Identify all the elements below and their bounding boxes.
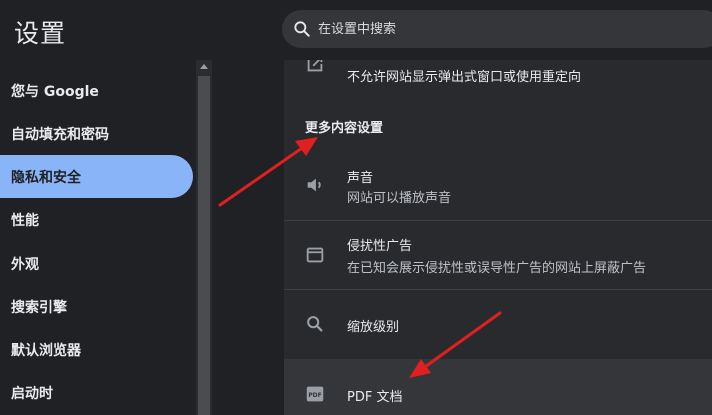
search-icon: [294, 21, 310, 37]
pdf-icon: PDF: [306, 386, 324, 402]
sidebar-item-autofill[interactable]: 自动填充和密码: [0, 112, 193, 155]
sidebar-item-performance[interactable]: 性能: [0, 198, 193, 241]
window-icon: [306, 247, 324, 263]
sidebar-item-search-engine[interactable]: 搜索引擎: [0, 285, 193, 328]
zoom-icon: [307, 316, 323, 332]
intrusive-ads-title: 侵扰性广告: [347, 239, 413, 254]
sidebar-item-label: 您与 Google: [11, 83, 99, 100]
setting-row-pdf[interactable]: PDF PDF 文档: [284, 359, 712, 415]
header: 设置: [0, 0, 712, 60]
sidebar-item-label: 启动时: [11, 385, 53, 402]
sidebar-scrollbar[interactable]: [196, 60, 212, 415]
sidebar-item-appearance[interactable]: 外观: [0, 242, 193, 285]
pdf-icon-text: PDF: [308, 392, 321, 399]
sidebar: 您与 Google 自动填充和密码 隐私和安全 性能 外观 搜索引擎 默认浏览器…: [0, 60, 196, 415]
scroll-up-arrow-icon[interactable]: [200, 64, 208, 69]
search-input[interactable]: [318, 10, 698, 48]
sidebar-item-label: 外观: [11, 256, 39, 273]
sidebar-item-label: 性能: [11, 212, 39, 229]
zoom-title: 缩放级别: [347, 320, 400, 335]
sidebar-item-on-startup[interactable]: 启动时: [0, 371, 193, 414]
search-bar[interactable]: [282, 10, 712, 48]
settings-content: 不允许网站显示弹出式窗口或使用重定向 更多内容设置 声音 网站可以播放声音 侵扰…: [284, 60, 712, 415]
page-title: 设置: [14, 19, 67, 48]
section-heading-more-content-settings: 更多内容设置: [305, 121, 384, 136]
popup-redirect-icon: [307, 60, 323, 72]
sidebar-item-label: 隐私和安全: [11, 169, 81, 186]
pdf-title: PDF 文档: [347, 390, 403, 405]
sidebar-item-default-browser[interactable]: 默认浏览器: [0, 328, 193, 371]
sidebar-item-label: 搜索引擎: [11, 299, 67, 316]
setting-row-zoom[interactable]: 缩放级别: [284, 290, 712, 359]
scroll-thumb[interactable]: [198, 76, 210, 415]
setting-row-intrusive-ads[interactable]: 侵扰性广告 在已知会展示侵扰性或误导性广告的网站上屏蔽广告: [284, 221, 712, 289]
sound-title: 声音: [347, 171, 374, 186]
speaker-icon: [307, 178, 321, 192]
popups-description: 不允许网站显示弹出式窗口或使用重定向: [347, 70, 582, 85]
sound-description: 网站可以播放声音: [347, 191, 452, 206]
sidebar-item-label: 默认浏览器: [11, 342, 81, 359]
sidebar-item-label: 自动填充和密码: [11, 126, 109, 143]
setting-row-sound[interactable]: 声音 网站可以播放声音: [284, 152, 712, 220]
intrusive-ads-description: 在已知会展示侵扰性或误导性广告的网站上屏蔽广告: [347, 261, 647, 276]
popups-row[interactable]: 不允许网站显示弹出式窗口或使用重定向: [284, 60, 712, 98]
sidebar-item-you-and-google[interactable]: 您与 Google: [0, 69, 193, 112]
sidebar-item-privacy[interactable]: 隐私和安全: [0, 155, 193, 198]
